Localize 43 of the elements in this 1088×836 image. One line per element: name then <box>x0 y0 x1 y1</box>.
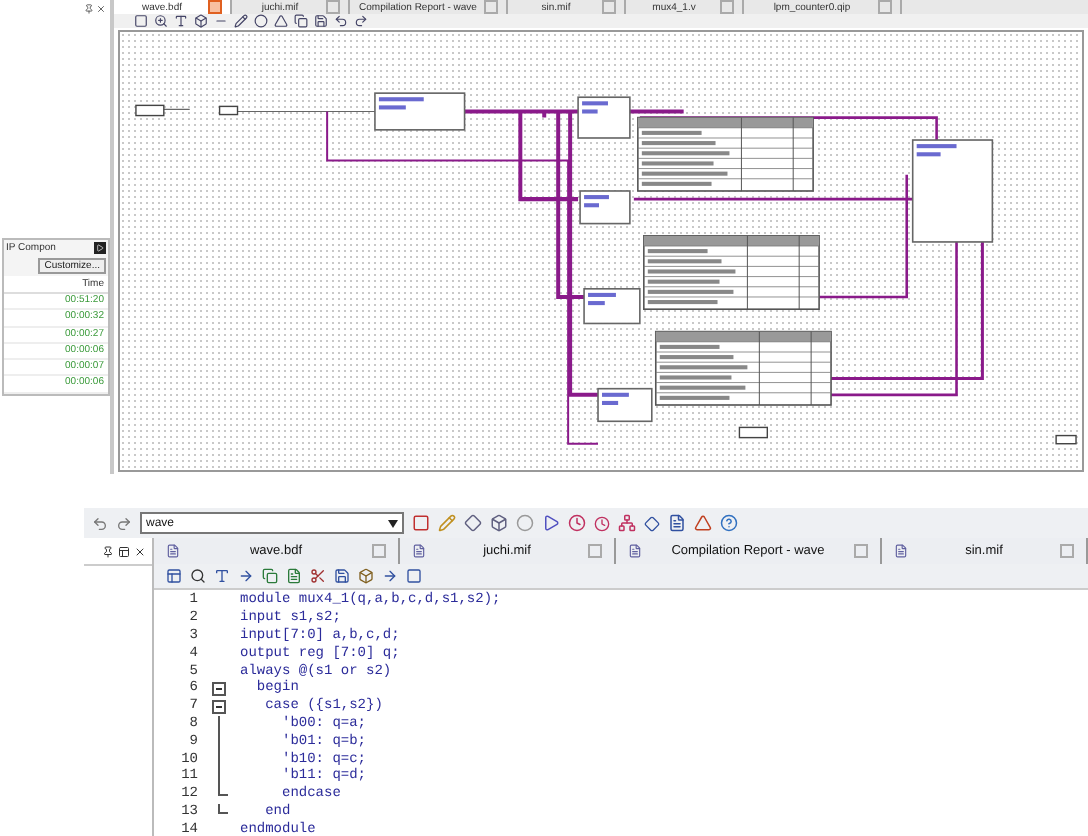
text-icon[interactable] <box>174 14 188 28</box>
square-icon[interactable] <box>406 568 422 584</box>
triangle-icon[interactable] <box>274 14 288 28</box>
window-icon[interactable] <box>166 568 182 584</box>
window-icon[interactable] <box>118 545 130 557</box>
box-icon[interactable] <box>358 568 374 584</box>
search-icon[interactable] <box>190 568 206 584</box>
network-icon[interactable] <box>618 514 636 532</box>
undo-icon[interactable] <box>92 515 108 531</box>
redo-icon[interactable] <box>354 14 368 28</box>
help-icon[interactable] <box>720 514 738 532</box>
diamond-icon[interactable] <box>464 514 482 532</box>
box-icon[interactable] <box>490 514 508 532</box>
fold-end-line <box>217 785 227 797</box>
select-icon[interactable] <box>134 14 148 28</box>
circle-icon[interactable] <box>254 14 268 28</box>
play-button[interactable] <box>94 242 106 254</box>
cut-icon[interactable] <box>310 568 326 584</box>
text-icon[interactable] <box>214 568 230 584</box>
save-icon[interactable] <box>334 568 350 584</box>
pin-icon[interactable] <box>102 545 114 557</box>
redo-icon[interactable] <box>116 515 132 531</box>
file-icon <box>166 544 180 558</box>
file-icon <box>628 544 642 558</box>
caret-icon[interactable] <box>388 519 398 527</box>
file-icon[interactable] <box>286 568 302 584</box>
diamond-icon[interactable] <box>644 515 660 531</box>
schematic-canvas[interactable] <box>118 30 1084 473</box>
close-icon[interactable] <box>134 545 146 557</box>
file-icon[interactable] <box>668 514 686 532</box>
zoom-icon[interactable] <box>154 14 168 28</box>
play-icon[interactable] <box>542 514 560 532</box>
copy-icon[interactable] <box>262 568 278 584</box>
save-icon[interactable] <box>314 14 328 28</box>
triangle-icon[interactable] <box>694 514 712 532</box>
undo-icon[interactable] <box>334 14 348 28</box>
file-icon <box>894 544 908 558</box>
copy-icon[interactable] <box>294 14 308 28</box>
fold-end-line <box>217 803 227 814</box>
arrow-icon[interactable] <box>382 568 398 584</box>
clock-icon[interactable] <box>568 514 586 532</box>
pencil-icon[interactable] <box>234 14 248 28</box>
file-icon <box>412 544 426 558</box>
